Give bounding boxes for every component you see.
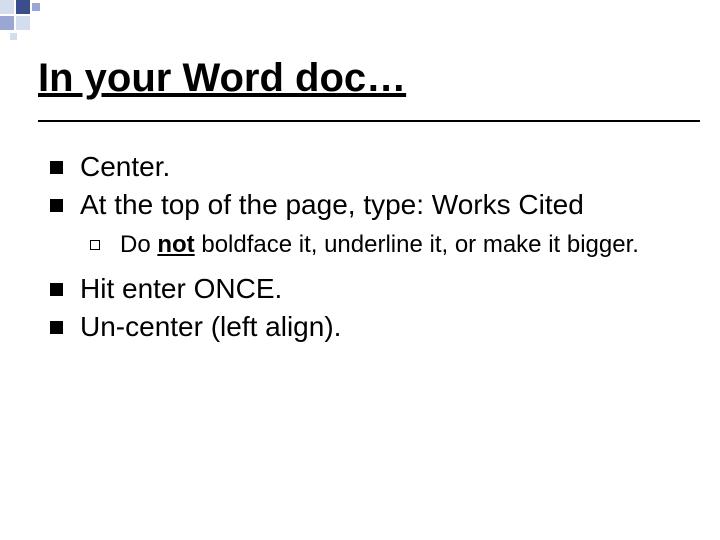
- list-item: Center.: [50, 150, 680, 184]
- deco-square: [16, 16, 30, 30]
- title-area: In your Word doc…: [38, 56, 682, 101]
- list-item-text: Center.: [80, 151, 170, 182]
- list-item-text: Un-center (left align).: [80, 311, 341, 342]
- corner-decoration: [0, 0, 80, 40]
- square-bullet-icon: [50, 321, 63, 334]
- deco-square: [32, 3, 40, 11]
- square-bullet-icon: [50, 199, 63, 212]
- deco-square: [16, 0, 30, 14]
- sub-text-pre: Do: [120, 231, 157, 258]
- list-item-text: At the top of the page, type: Works Cite…: [80, 189, 584, 220]
- deco-square: [0, 16, 14, 30]
- list-item: At the top of the page, type: Works Cite…: [50, 188, 680, 222]
- body-area: Center. At the top of the page, type: Wo…: [50, 150, 680, 349]
- square-bullet-icon: [50, 161, 63, 174]
- open-square-bullet-icon: [90, 240, 100, 250]
- square-bullet-icon: [50, 283, 63, 296]
- slide-title: In your Word doc…: [38, 56, 406, 100]
- sub-text-post: boldface it, underline it, or make it bi…: [195, 231, 639, 258]
- deco-square: [0, 0, 14, 14]
- list-item: Hit enter ONCE.: [50, 272, 680, 306]
- list-item-text: Hit enter ONCE.: [80, 273, 282, 304]
- deco-square: [10, 33, 17, 40]
- list-item: Un-center (left align).: [50, 310, 680, 344]
- spacer: [50, 264, 680, 272]
- sub-list-item: Do not boldface it, underline it, or mak…: [50, 230, 680, 260]
- sub-text-emphasis: not: [157, 231, 194, 258]
- title-underline-rule: [38, 120, 700, 122]
- slide: In your Word doc… Center. At the top of …: [0, 0, 720, 540]
